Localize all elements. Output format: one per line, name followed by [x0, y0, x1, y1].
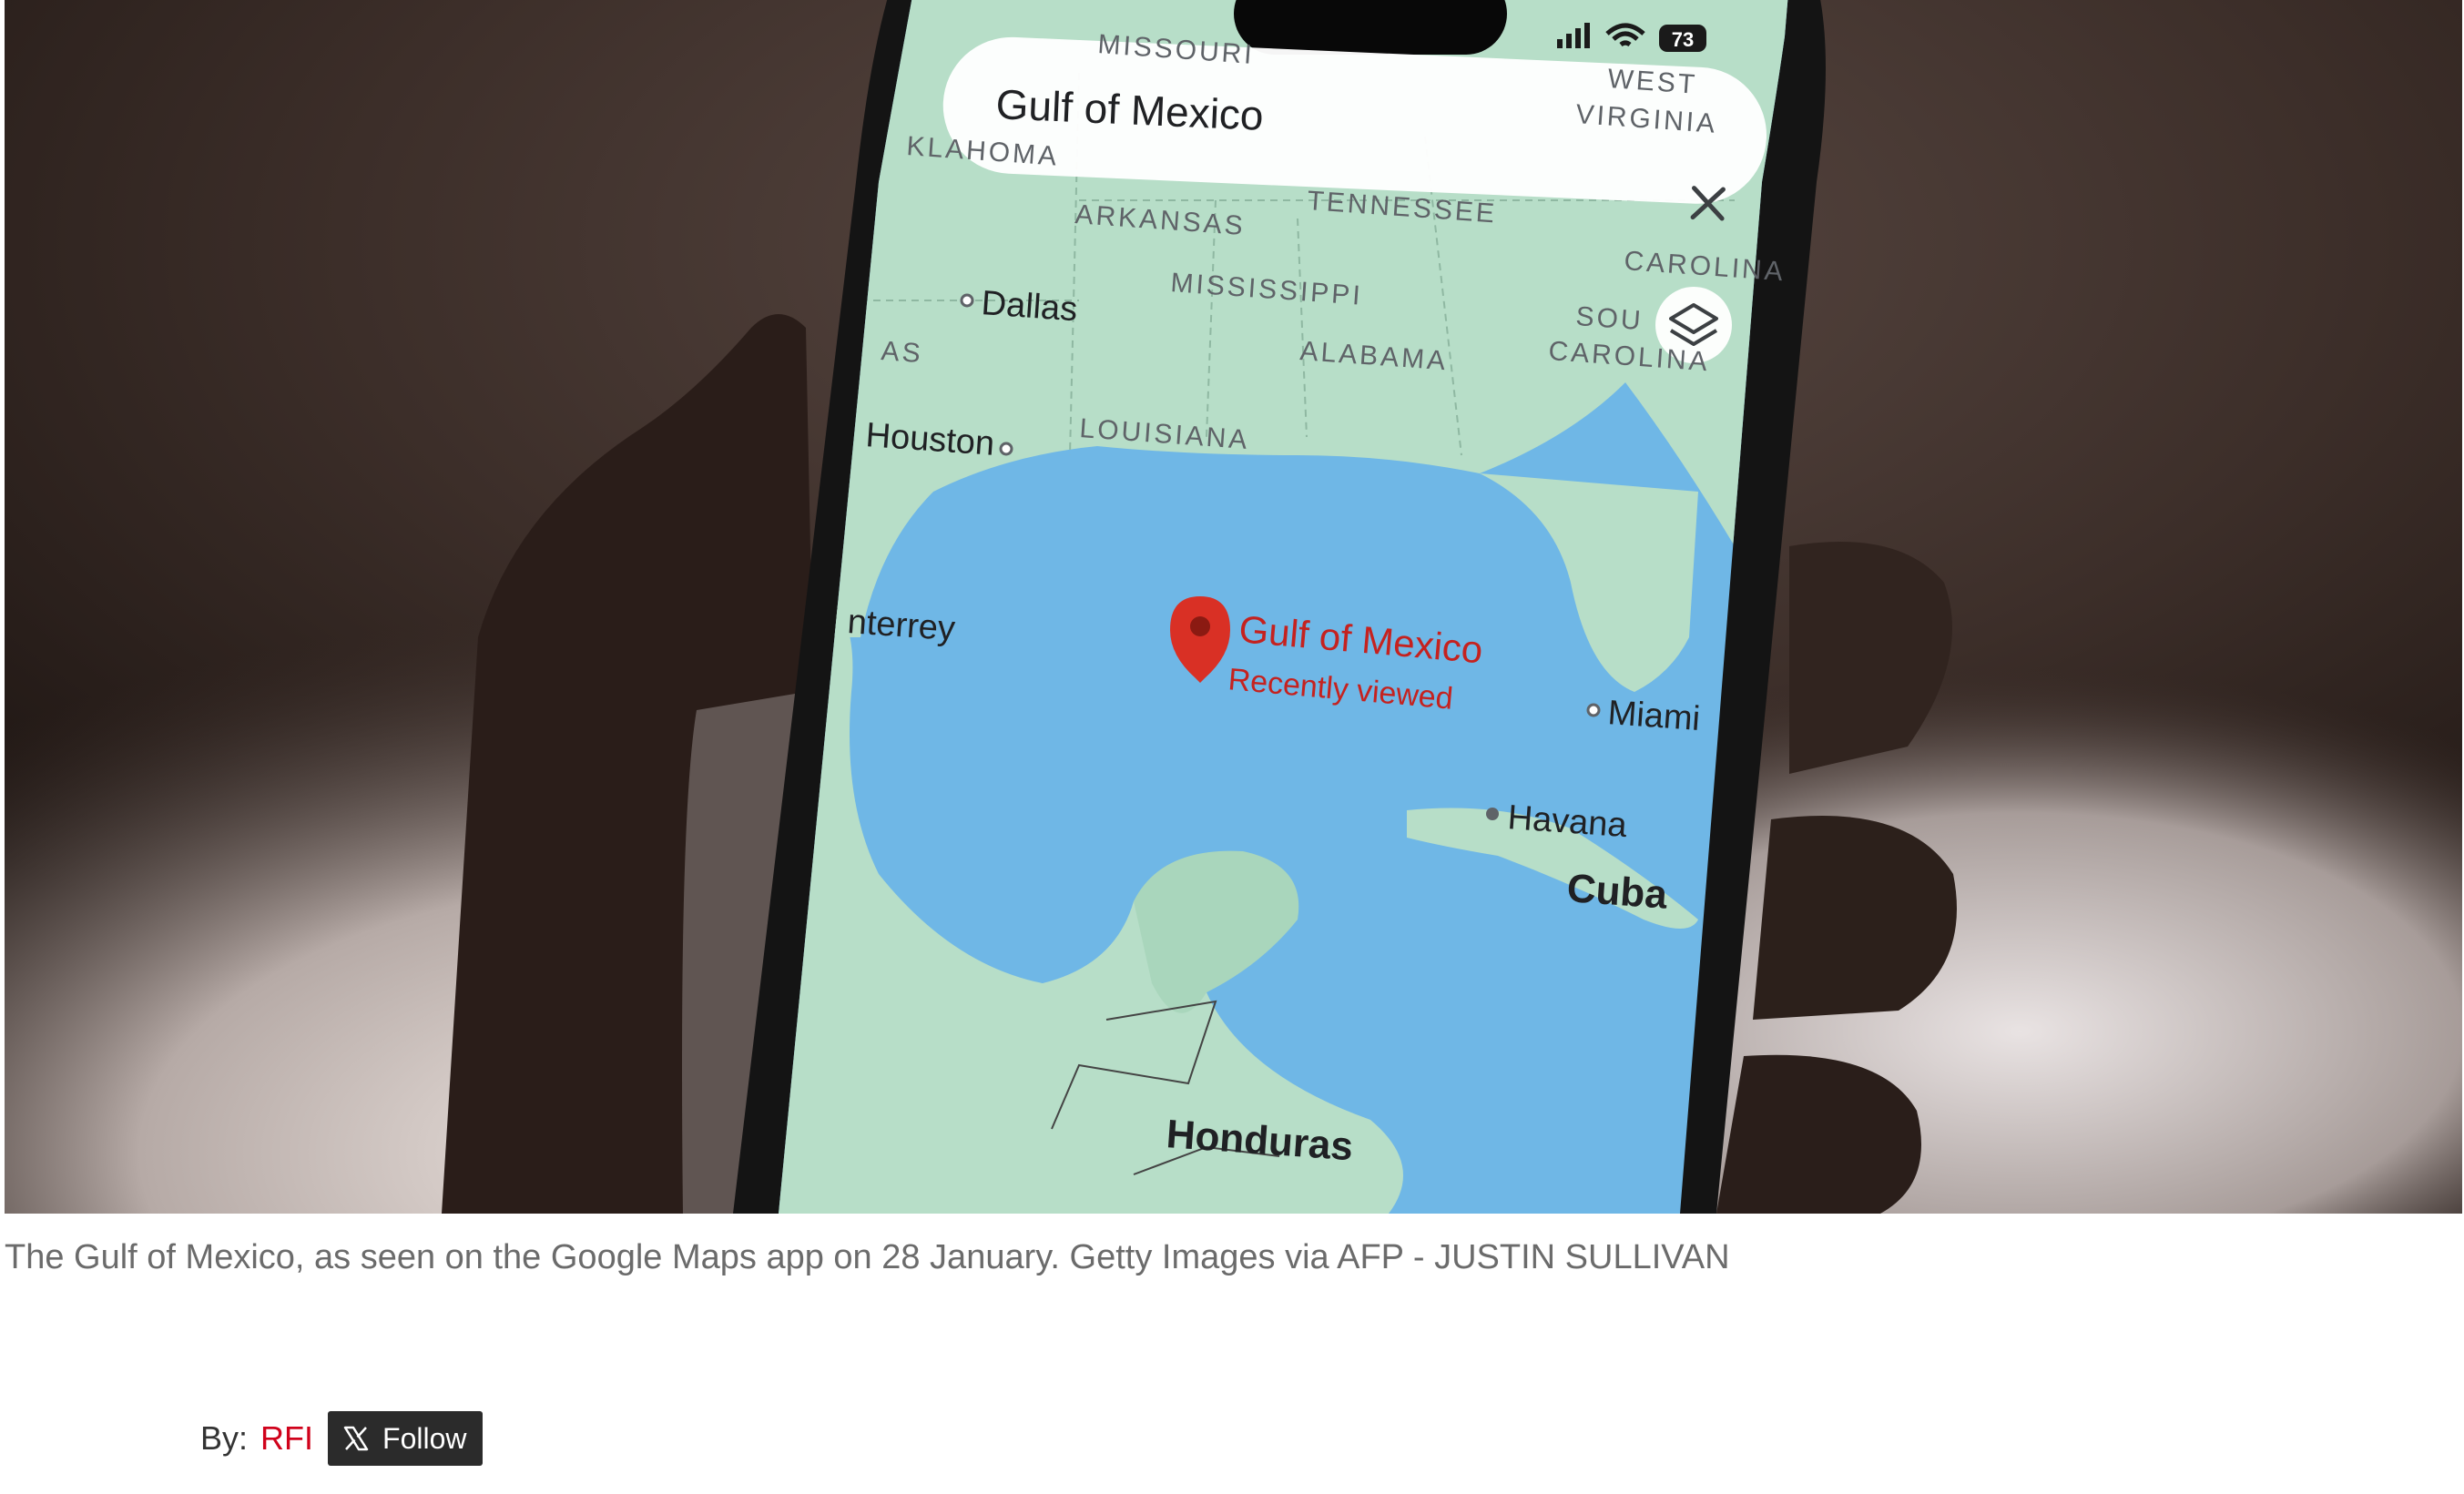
follow-button-label: Follow [382, 1421, 467, 1455]
map-label-miami: Miami [1606, 694, 1701, 738]
byline: By: RFI Follow [200, 1411, 484, 1466]
author-link[interactable]: RFI [260, 1419, 313, 1458]
map-label-south-carolina-1: SOU [1575, 301, 1644, 336]
follow-button[interactable]: Follow [328, 1411, 484, 1466]
map-label-tx: AS [881, 336, 924, 369]
map-label-dallas: Dallas [980, 284, 1078, 329]
article-photo: 73 Gulf of Mexico MISSOURI WEST VIRGINIA… [5, 0, 2462, 1214]
map-label-cuba: Cuba [1565, 866, 1669, 918]
x-logo-icon [343, 1426, 369, 1451]
photo-caption: The Gulf of Mexico, as seen on the Googl… [5, 1238, 1730, 1276]
map-label-west-virginia-1: WEST [1607, 64, 1699, 100]
map-label-monterrey: nterrey [846, 603, 956, 648]
battery-level: 73 [1672, 28, 1694, 51]
byline-label: By: [200, 1419, 249, 1457]
